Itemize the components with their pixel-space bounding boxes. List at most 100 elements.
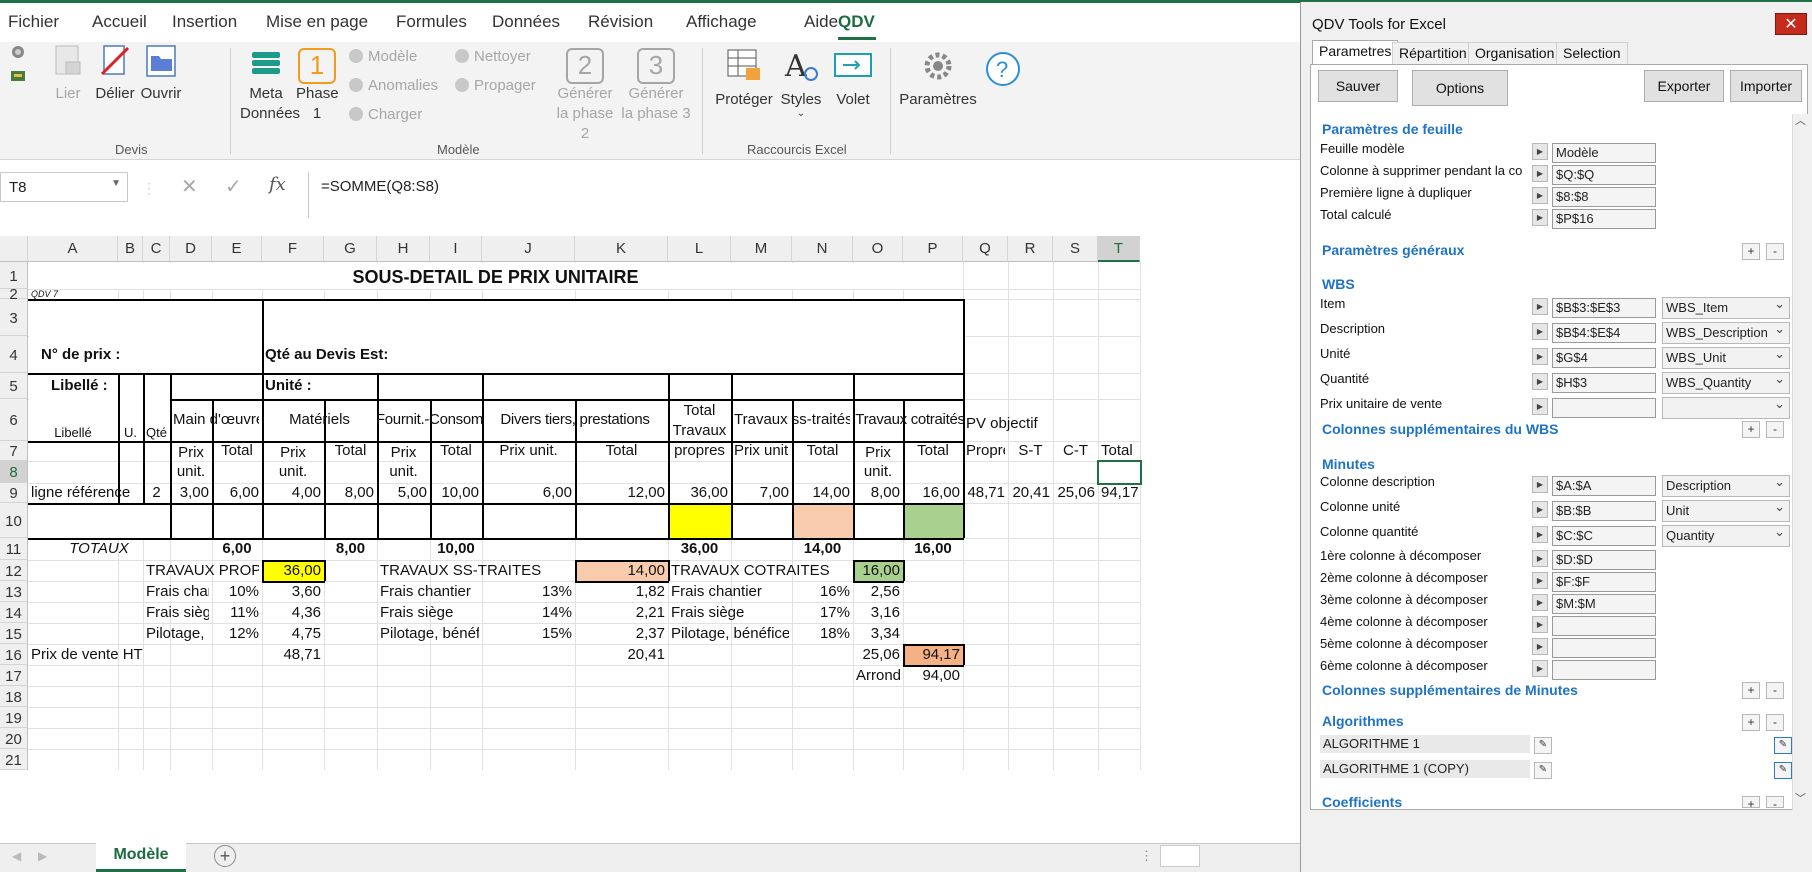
column-header-M[interactable]: M xyxy=(731,236,792,262)
minutes-param-value[interactable]: $A:$A xyxy=(1552,476,1656,496)
ribbon-tab-r-vision[interactable]: Révision xyxy=(588,12,653,32)
ref-picker-icon[interactable]: ▶ xyxy=(1532,348,1548,365)
ref-picker-icon[interactable]: ▶ xyxy=(1532,550,1548,567)
link-icon[interactable] xyxy=(10,44,26,63)
add-icon[interactable]: + xyxy=(1742,421,1760,438)
selected-cell[interactable] xyxy=(1097,460,1142,485)
add-icon[interactable]: + xyxy=(1742,796,1760,811)
ref-picker-icon[interactable]: ▶ xyxy=(1532,298,1548,315)
ref-picker-icon[interactable]: ▶ xyxy=(1532,373,1548,390)
wbs-param-value[interactable]: $H$3 xyxy=(1552,373,1656,393)
column-header-F[interactable]: F xyxy=(262,236,324,262)
column-header-K[interactable]: K xyxy=(575,236,668,262)
add-icon[interactable]: + xyxy=(1742,682,1760,699)
column-header-E[interactable]: E xyxy=(212,236,262,262)
ribbon-tab-donn-es[interactable]: Données xyxy=(492,12,560,32)
add-icon[interactable]: + xyxy=(1742,243,1760,260)
ouvrir-button[interactable]: Ouvrir xyxy=(140,44,182,104)
column-header-L[interactable]: L xyxy=(668,236,731,262)
wbs-field-select[interactable]: WBS_Item xyxy=(1662,297,1790,319)
name-box[interactable]: T8 ▼ xyxy=(0,172,128,202)
column-header-I[interactable]: I xyxy=(430,236,482,262)
ref-picker-icon[interactable]: ▶ xyxy=(1532,476,1548,493)
column-header-C[interactable]: C xyxy=(143,236,170,262)
ribbon-tab-affichage[interactable]: Affichage xyxy=(686,12,757,32)
row-header-9[interactable]: 9 xyxy=(0,483,28,503)
ribbon-tab-aide[interactable]: Aide xyxy=(804,12,838,32)
sauver-button[interactable]: Sauver xyxy=(1318,70,1398,102)
ref-picker-icon[interactable]: ▶ xyxy=(1532,572,1548,589)
ref-picker-icon[interactable]: ▶ xyxy=(1532,660,1548,677)
row-header-14[interactable]: 14 xyxy=(0,602,28,623)
sheet-tab-modele[interactable]: Modèle xyxy=(96,842,186,872)
remove-icon[interactable]: - xyxy=(1766,796,1784,811)
ref-picker-icon[interactable]: ▶ xyxy=(1532,209,1548,226)
edit-algorithm-icon[interactable]: ✎ xyxy=(1534,737,1552,754)
feuille-param-value[interactable]: $P$16 xyxy=(1552,209,1656,229)
row-header-8[interactable]: 8 xyxy=(0,461,28,483)
column-header-A[interactable]: A xyxy=(28,236,118,262)
propager-button[interactable]: Propager xyxy=(455,77,536,94)
options-button[interactable]: Options xyxy=(1412,70,1508,106)
wbs-param-value[interactable]: $B$3:$E$3 xyxy=(1552,298,1656,318)
decompose-col-value[interactable]: $F:$F xyxy=(1552,572,1656,592)
column-header-P[interactable]: P xyxy=(903,236,963,262)
decompose-col-value[interactable]: $D:$D xyxy=(1552,550,1656,570)
minutes-param-value[interactable]: $B:$B xyxy=(1552,501,1656,521)
decompose-col-value[interactable] xyxy=(1552,616,1656,636)
column-header-Q[interactable]: Q xyxy=(963,236,1008,262)
formula-input[interactable]: =SOMME(Q8:S8) xyxy=(308,172,1300,218)
column-header-N[interactable]: N xyxy=(792,236,853,262)
ref-picker-icon[interactable]: ▶ xyxy=(1532,187,1548,204)
function-icon[interactable]: fx xyxy=(269,174,286,195)
row-header-11[interactable]: 11 xyxy=(0,538,28,560)
algorithm-settings-icon[interactable]: ✎ xyxy=(1774,762,1792,779)
row-header-18[interactable]: 18 xyxy=(0,686,28,707)
algorithm-item[interactable]: ALGORITHME 1 xyxy=(1320,735,1530,753)
algorithm-item[interactable]: ALGORITHME 1 (COPY) xyxy=(1320,760,1530,778)
row-header-20[interactable]: 20 xyxy=(0,728,28,749)
ref-picker-icon[interactable]: ▶ xyxy=(1532,165,1548,182)
scroll-down-icon[interactable]: ﹀ xyxy=(1795,790,1806,806)
algorithm-settings-icon[interactable]: ✎ xyxy=(1774,737,1792,754)
feuille-param-value[interactable]: Modèle xyxy=(1552,143,1656,163)
ref-picker-icon[interactable]: ▶ xyxy=(1532,398,1548,415)
ref-picker-icon[interactable]: ▶ xyxy=(1532,143,1548,160)
column-header-S[interactable]: S xyxy=(1053,236,1098,262)
column-header-T[interactable]: T xyxy=(1098,236,1140,262)
column-header-O[interactable]: O xyxy=(853,236,903,262)
cancel-icon[interactable]: ✕ xyxy=(181,174,198,199)
wbs-field-select[interactable]: WBS_Unit xyxy=(1662,347,1790,369)
row-header-7[interactable]: 7 xyxy=(0,441,28,461)
wbs-field-select[interactable] xyxy=(1662,397,1790,419)
ref-picker-icon[interactable]: ▶ xyxy=(1532,526,1548,543)
minutes-field-select[interactable]: Quantity xyxy=(1662,525,1790,547)
remove-icon[interactable]: - xyxy=(1766,243,1784,260)
row-header-13[interactable]: 13 xyxy=(0,581,28,602)
row-header-2[interactable]: 2 xyxy=(0,287,28,302)
ref-picker-icon[interactable]: ▶ xyxy=(1532,616,1548,633)
decompose-col-value[interactable]: $M:$M xyxy=(1552,594,1656,614)
add-sheet-icon[interactable]: + xyxy=(214,845,236,867)
feuille-param-value[interactable]: $8:$8 xyxy=(1552,187,1656,207)
charger-button[interactable]: Charger xyxy=(349,106,422,123)
generer-phase-3-button[interactable]: 3 Générer la phase 3 xyxy=(620,48,692,124)
row-header-19[interactable]: 19 xyxy=(0,707,28,728)
phase-1-button[interactable]: 1 Phase 1 xyxy=(296,48,339,124)
row-header-3[interactable]: 3 xyxy=(0,299,28,336)
parametres-button[interactable]: Paramètres xyxy=(896,48,980,110)
wbs-icon[interactable] xyxy=(10,68,26,87)
ribbon-tab-formules[interactable]: Formules xyxy=(396,12,467,32)
ribbon-tab-fichier[interactable]: Fichier xyxy=(8,12,59,32)
meta-donnees-button[interactable]: Meta Données xyxy=(240,44,300,124)
column-header-J[interactable]: J xyxy=(482,236,575,262)
nettoyer-button[interactable]: Nettoyer xyxy=(455,48,531,65)
scroll-up-icon[interactable]: ︿ xyxy=(1795,112,1806,128)
column-header-B[interactable]: B xyxy=(118,236,143,262)
column-header-R[interactable]: R xyxy=(1008,236,1053,262)
prev-sheet-icon[interactable]: ◀ xyxy=(12,849,21,863)
proteger-button[interactable]: Protéger xyxy=(712,48,776,110)
help-icon[interactable]: ? xyxy=(984,50,1022,91)
row-header-15[interactable]: 15 xyxy=(0,623,28,644)
pane-tab-selection[interactable]: Selection xyxy=(1556,42,1628,64)
